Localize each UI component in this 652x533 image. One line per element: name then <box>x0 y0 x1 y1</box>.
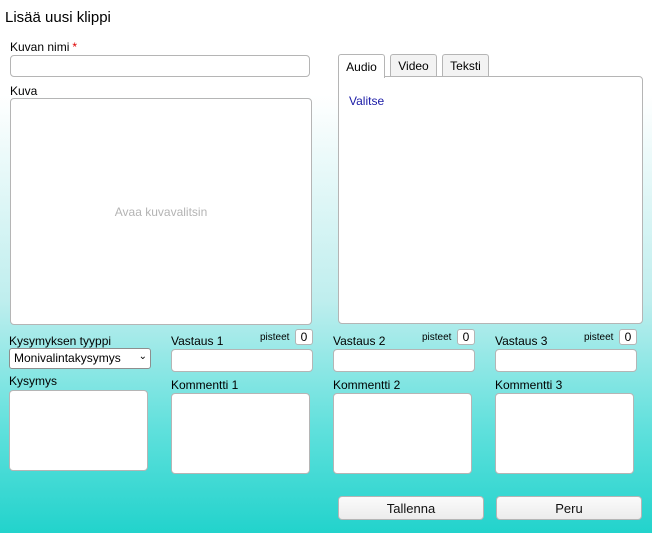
answer-3-input[interactable] <box>495 349 637 372</box>
answer-2-points-input[interactable]: 0 <box>457 329 475 345</box>
answer-2-input[interactable] <box>333 349 475 372</box>
answer-3-points-input[interactable]: 0 <box>619 329 637 345</box>
question-input[interactable] <box>9 390 148 471</box>
choose-audio-link[interactable]: Valitse <box>349 94 384 108</box>
dialog-title: Lisää uusi klippi <box>5 9 111 26</box>
save-button[interactable]: Tallenna <box>338 496 484 520</box>
comment-2-input[interactable] <box>333 393 472 474</box>
question-label: Kysymys <box>9 374 57 388</box>
tab-teksti[interactable]: Teksti <box>442 54 489 77</box>
image-picker[interactable]: Avaa kuvavalitsin <box>10 98 312 325</box>
required-mark: * <box>72 40 78 54</box>
question-type-value: Monivalintakysymys <box>14 351 121 365</box>
comment-2-label: Kommentti 2 <box>333 378 401 392</box>
answer-3-label: Vastaus 3 <box>495 334 548 348</box>
question-type-label: Kysymyksen tyyppi <box>9 334 112 348</box>
answer-2-points-label: pisteet <box>422 332 452 343</box>
image-name-label-text: Kuvan nimi <box>10 40 70 54</box>
answer-3-points-label: pisteet <box>584 332 614 343</box>
answer-1-points-label: pisteet <box>260 332 290 343</box>
question-type-select[interactable]: Monivalintakysymys ⌄ <box>9 348 151 369</box>
tab-video[interactable]: Video <box>390 54 437 77</box>
chevron-down-icon: ⌄ <box>138 351 147 362</box>
answer-2-label: Vastaus 2 <box>333 334 386 348</box>
answer-1-input[interactable] <box>171 349 313 372</box>
answer-1-label: Vastaus 1 <box>171 334 224 348</box>
image-name-label: Kuvan nimi * <box>10 40 77 54</box>
comment-1-label: Kommentti 1 <box>171 378 239 392</box>
comment-1-input[interactable] <box>171 393 310 474</box>
tab-audio[interactable]: Audio <box>338 54 385 78</box>
cancel-button[interactable]: Peru <box>496 496 642 520</box>
image-label: Kuva <box>10 84 38 98</box>
comment-3-input[interactable] <box>495 393 634 474</box>
answer-1-points-input[interactable]: 0 <box>295 329 313 345</box>
image-picker-placeholder: Avaa kuvavalitsin <box>114 204 208 219</box>
image-name-input[interactable] <box>10 55 310 77</box>
comment-3-label: Kommentti 3 <box>495 378 563 392</box>
tab-panel-audio: Valitse <box>338 76 643 324</box>
